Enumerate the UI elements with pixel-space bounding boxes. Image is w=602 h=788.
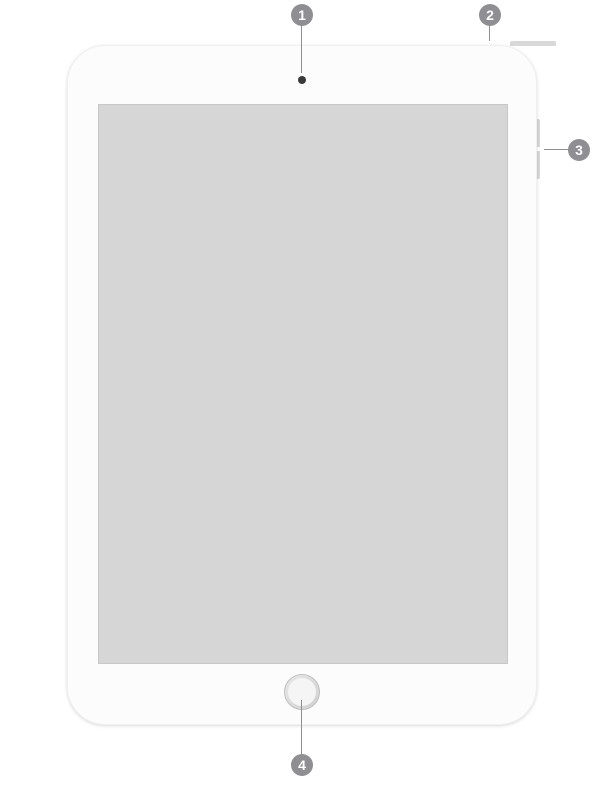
tablet-body — [67, 45, 537, 725]
callout-badge-3: 3 — [568, 139, 590, 161]
front-camera — [298, 76, 306, 84]
leader-line-4 — [301, 700, 302, 755]
callout-number: 2 — [486, 8, 494, 22]
callout-number: 1 — [298, 8, 306, 22]
screen — [98, 104, 508, 664]
callout-number: 4 — [298, 758, 306, 772]
device-diagram: 1 2 3 4 — [0, 0, 602, 788]
tablet-bezel — [68, 46, 536, 724]
callout-number: 3 — [575, 143, 583, 157]
top-button — [510, 41, 556, 46]
home-button-ring — [288, 678, 316, 706]
callout-badge-4: 4 — [291, 754, 313, 776]
callout-badge-1: 1 — [291, 4, 313, 26]
callout-badge-2: 2 — [479, 4, 501, 26]
home-button — [284, 674, 320, 710]
